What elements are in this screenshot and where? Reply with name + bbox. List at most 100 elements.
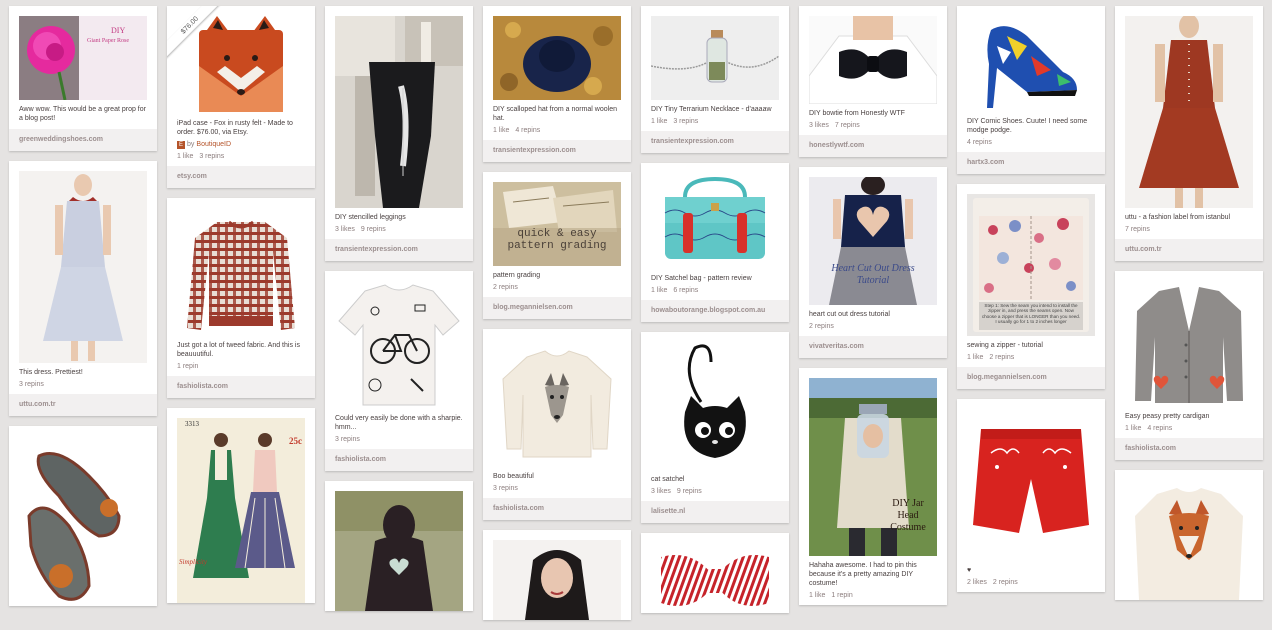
pin-card[interactable]: DIY Satchel bag - pattern review 1 like 6…	[641, 163, 789, 322]
repin-count: 9 repins	[676, 488, 702, 495]
pin-stats: 1 like 4 repins	[1125, 425, 1253, 432]
pin-image-red-dress[interactable]	[1125, 16, 1253, 208]
pin-stats: 1 like 2 repins	[967, 354, 1095, 361]
pin-source-link[interactable]: fashiolista.com	[483, 498, 631, 520]
pin-card[interactable]: 3313 Simplicity 25c	[167, 408, 315, 603]
pin-description: iPad case - Fox in rusty felt - Made to …	[177, 120, 293, 136]
pin-image-jar-head-costume[interactable]: DIY Jar Head Costume	[809, 378, 937, 556]
pin-description: heart cut out dress tutorial	[809, 311, 890, 318]
repin-count: 7 repins	[834, 122, 860, 129]
like-count: 1 like	[651, 287, 668, 294]
repin-count: 3 repins	[335, 436, 360, 443]
pin-card[interactable]: $76.00 iPad case - Fox in rusty felt - M…	[167, 6, 315, 188]
pin-stats: 2 likes 2 repins	[967, 579, 1095, 586]
pin-card[interactable]: DIY Giant Paper Rose Aww wow. This would…	[9, 6, 157, 151]
pin-card[interactable]: DIY Jar Head Costume Hahaha awesome. I h…	[799, 368, 947, 605]
pin-image-vintage-pattern[interactable]: 3313 Simplicity 25c	[177, 418, 305, 603]
pin-image-heart-jacket[interactable]	[335, 491, 463, 611]
pin-image-pattern-grading[interactable]: quick & easy pattern grading	[493, 182, 621, 266]
pin-source-link[interactable]: uttu.com.tr	[9, 394, 157, 416]
pin-stats: 7 repins	[1125, 226, 1253, 233]
pin-card[interactable]: ♥ 2 likes 2 repins	[957, 399, 1105, 592]
pin-image-fox-sweater[interactable]	[1125, 480, 1253, 600]
pin-card[interactable]	[1115, 470, 1263, 600]
pin-source-link[interactable]: transientexpression.com	[325, 239, 473, 261]
pin-image-stencilled-leggings[interactable]	[335, 16, 463, 208]
pin-card[interactable]: DIY bowtie from Honestly WTF 3 likes 7 re…	[799, 6, 947, 157]
pin-card[interactable]: DIY Comic Shoes. Cuute! I need some modg…	[957, 6, 1105, 174]
pin-image-cat-satchel[interactable]	[651, 342, 779, 470]
pin-card[interactable]: cat satchel 3 likes 9 repins lalisette.nl	[641, 332, 789, 523]
pin-stats: 3 likes 9 repins	[651, 488, 779, 495]
pin-image-heart-cutout-dress[interactable]: Heart Cut Out Dress Tutorial	[809, 177, 937, 305]
pin-stats: 1 like 1 repin	[809, 592, 937, 599]
like-count: 1 like	[177, 153, 194, 160]
pin-card[interactable]: DIY scalloped hat from a normal woolen h…	[483, 6, 631, 162]
pin-card[interactable]	[483, 530, 631, 620]
pin-image-terrarium-necklace[interactable]	[651, 16, 779, 100]
pin-source-link[interactable]: hartx3.com	[957, 152, 1105, 174]
repin-count: 3 repins	[19, 381, 44, 388]
pin-image-wolf-sweater[interactable]	[493, 339, 621, 467]
pin-card[interactable]: Heart Cut Out Dress Tutorial heart cut o…	[799, 167, 947, 358]
pin-source-link[interactable]: lalisette.nl	[641, 501, 789, 523]
pin-card[interactable]	[9, 426, 157, 606]
pin-column-5: DIY Tiny Terrarium Necklace - d'aaaaw 1 …	[641, 6, 789, 623]
pin-source-link[interactable]: greenweddingshoes.com	[9, 129, 157, 151]
pin-image-satchel-bag[interactable]	[651, 173, 779, 269]
pin-card[interactable]: Boo beautiful 3 repins fashiolista.com	[483, 329, 631, 520]
pin-source-link[interactable]: fashiolista.com	[1115, 438, 1263, 460]
pin-card[interactable]: This dress. Prettiest! 3 repins uttu.com…	[9, 161, 157, 416]
pin-source-link[interactable]: blog.megannielsen.com	[957, 367, 1105, 389]
pin-source-link[interactable]: transientexpression.com	[483, 140, 631, 162]
pin-card[interactable]	[325, 481, 473, 611]
pin-description: DIY Tiny Terrarium Necklace - d'aaaaw	[651, 106, 772, 113]
pin-image-white-dress[interactable]	[19, 171, 147, 363]
pin-stats: 1 like 3 repins	[651, 118, 779, 125]
pin-description: sewing a zipper - tutorial	[967, 342, 1043, 349]
pin-card[interactable]: Easy peasy pretty cardigan 1 like 4 repin…	[1115, 271, 1263, 460]
pin-card[interactable]: Just got a lot of tweed fabric. And this…	[167, 198, 315, 398]
pin-source-link[interactable]: vivatveritas.com	[799, 336, 947, 358]
pin-source-link[interactable]: etsy.com	[167, 166, 315, 188]
pin-image-red-shorts[interactable]	[967, 409, 1095, 561]
pin-image-bike-tshirt[interactable]	[335, 281, 463, 409]
pin-image-heart-cardigan[interactable]	[1125, 281, 1253, 407]
repin-count: 3 repins	[673, 118, 699, 125]
pin-image-girl-portrait[interactable]	[493, 540, 621, 620]
pin-image-fox-ipad-case[interactable]	[177, 16, 305, 114]
pin-source-link[interactable]: honestlywtf.com	[799, 135, 947, 157]
pin-image-comic-shoes[interactable]	[967, 16, 1095, 112]
pin-column-8: uttu - a fashion label from istanbul 7 r…	[1115, 6, 1263, 610]
pin-image-fox-slippers[interactable]	[19, 436, 147, 606]
pin-image-tweed-sweater[interactable]	[177, 208, 305, 336]
pin-stats: 1 like 6 repins	[651, 287, 779, 294]
pin-card[interactable]: Step 1: Sew the seam you intend to insta…	[957, 184, 1105, 389]
pin-image-zipper-tutorial[interactable]: Step 1: Sew the seam you intend to insta…	[967, 194, 1095, 336]
via-name-link[interactable]: BoutiqueID	[196, 141, 231, 148]
pin-description: uttu - a fashion label from istanbul	[1125, 214, 1231, 221]
overlay-title: DIY	[111, 26, 126, 35]
pin-stats: 3 repins	[493, 485, 621, 492]
pin-source-link[interactable]: howaboutorange.blogspot.com.au	[641, 300, 789, 322]
repin-count: 1 repin	[831, 592, 853, 599]
pin-card[interactable]: DIY Tiny Terrarium Necklace - d'aaaaw 1 …	[641, 6, 789, 153]
pin-source-link[interactable]: fashiolista.com	[325, 449, 473, 471]
pin-source-link[interactable]: blog.megannielsen.com	[483, 297, 631, 319]
pin-description: DIY Satchel bag - pattern review	[651, 275, 752, 282]
pin-card[interactable]: DIY stencilled leggings 3 likes 9 repins …	[325, 6, 473, 261]
pin-source-link[interactable]: uttu.com.tr	[1115, 239, 1263, 261]
pin-image-scalloped-hat[interactable]	[493, 16, 621, 100]
pin-image-striped-bow[interactable]	[651, 543, 779, 613]
pin-card[interactable]: quick & easy pattern grading pattern gra…	[483, 172, 631, 319]
pin-card[interactable]: uttu - a fashion label from istanbul 7 r…	[1115, 6, 1263, 261]
pin-source-link[interactable]: fashiolista.com	[167, 376, 315, 398]
pin-card[interactable]: Could very easily be done with a sharpie…	[325, 271, 473, 471]
pin-image-paper-rose[interactable]: DIY Giant Paper Rose	[19, 16, 147, 100]
repin-count: 2 repins	[809, 323, 834, 330]
pin-column-6: DIY bowtie from Honestly WTF 3 likes 7 re…	[799, 6, 947, 615]
pin-image-bowtie[interactable]	[809, 16, 937, 104]
like-count: 2 likes	[967, 579, 987, 586]
pin-card[interactable]	[641, 533, 789, 613]
pin-source-link[interactable]: transientexpression.com	[641, 131, 789, 153]
